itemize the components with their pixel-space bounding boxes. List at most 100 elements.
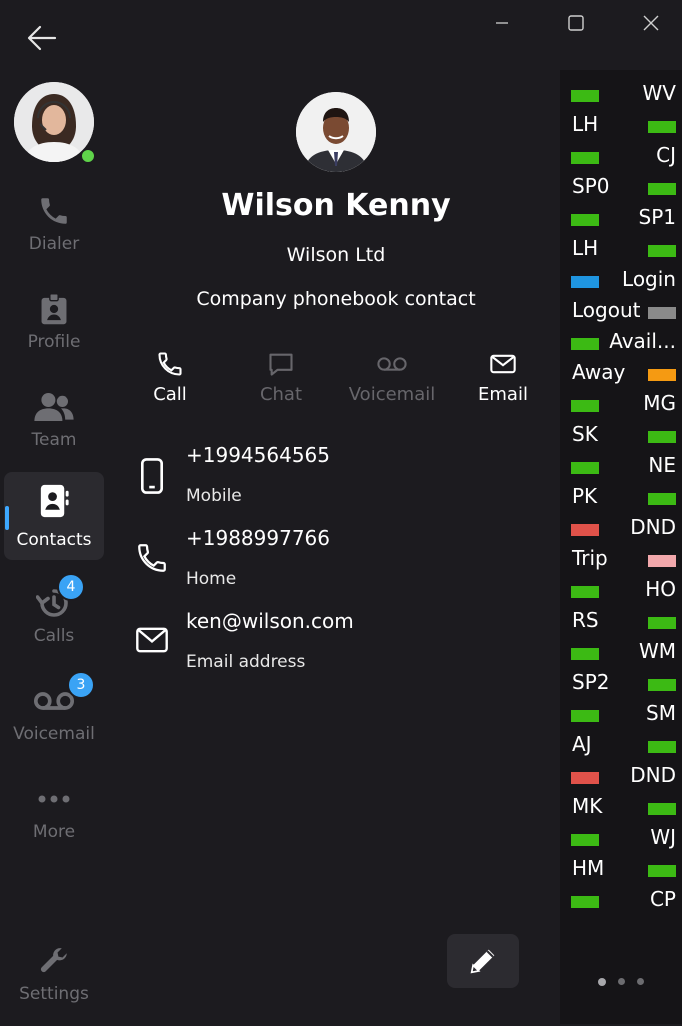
blf-status-indicator — [571, 772, 599, 784]
nav-label-calls: Calls — [33, 626, 75, 646]
blf-key-label: DND — [630, 763, 676, 787]
nav-item-profile[interactable]: Profile — [4, 286, 104, 374]
voicemail-action-label: Voicemail — [348, 384, 436, 405]
email-address[interactable]: ken@wilson.com — [186, 609, 354, 633]
blf-key[interactable]: WM — [560, 638, 682, 668]
mobile-icon-wrap — [130, 458, 174, 494]
blf-key-label: SP1 — [638, 205, 676, 229]
blf-key-label: RS — [572, 608, 599, 632]
more-icon — [38, 795, 70, 803]
blf-key-label: CJ — [656, 143, 676, 167]
blf-key-label: DND — [630, 515, 676, 539]
blf-status-indicator — [648, 245, 676, 257]
home-number[interactable]: +1988997766 — [186, 526, 330, 550]
blf-key[interactable]: Logout — [560, 297, 682, 327]
blf-key[interactable]: DND — [560, 762, 682, 792]
blf-key[interactable]: Avail... — [560, 328, 682, 358]
close-button[interactable] — [627, 0, 675, 46]
back-button[interactable] — [22, 18, 62, 58]
blf-key[interactable]: SP1 — [560, 204, 682, 234]
blf-key-label: AJ — [572, 732, 592, 756]
blf-pager — [598, 978, 644, 986]
blf-key[interactable]: NE — [560, 452, 682, 482]
blf-status-indicator — [648, 679, 676, 691]
blf-status-indicator — [571, 276, 599, 288]
blf-key-label: SP2 — [572, 670, 610, 694]
chat-action-button[interactable]: Chat — [231, 350, 331, 405]
mobile-number[interactable]: +1994564565 — [186, 443, 330, 467]
blf-key-label: WM — [638, 639, 676, 663]
blf-status-indicator — [571, 152, 599, 164]
blf-status-indicator — [571, 586, 599, 598]
blf-key[interactable]: LH — [560, 111, 682, 141]
blf-status-indicator — [648, 741, 676, 753]
blf-key[interactable]: SM — [560, 700, 682, 730]
page-dot-3[interactable] — [637, 978, 644, 985]
blf-status-indicator — [648, 431, 676, 443]
blf-key-label: MG — [643, 391, 676, 415]
arrow-left-icon — [27, 25, 57, 51]
blf-key[interactable]: SP0 — [560, 173, 682, 203]
blf-status-indicator — [648, 555, 676, 567]
blf-status-indicator — [571, 896, 599, 908]
blf-key[interactable]: AJ — [560, 731, 682, 761]
nav-item-team[interactable]: Team — [4, 384, 104, 472]
nav-label-profile: Profile — [27, 332, 81, 352]
blf-key[interactable]: Login — [560, 266, 682, 296]
phone-icon — [138, 544, 166, 572]
home-label: Home — [186, 569, 237, 589]
blf-key[interactable]: Trip — [560, 545, 682, 575]
nav-label-team: Team — [31, 430, 77, 450]
voicemail-icon — [377, 357, 407, 371]
blf-key-label: LH — [572, 236, 599, 260]
page-dot-2[interactable] — [618, 978, 625, 985]
page-dot-1[interactable] — [598, 978, 606, 986]
chat-action-label: Chat — [259, 384, 303, 405]
blf-key[interactable]: LH — [560, 235, 682, 265]
contact-avatar — [296, 92, 376, 172]
blf-key[interactable]: HM — [560, 855, 682, 885]
blf-key[interactable]: MK — [560, 793, 682, 823]
blf-key[interactable]: DND — [560, 514, 682, 544]
blf-key[interactable]: RS — [560, 607, 682, 637]
blf-key[interactable]: MG — [560, 390, 682, 420]
blf-key-label: Trip — [572, 546, 608, 570]
nav-item-more[interactable]: More — [4, 776, 104, 864]
nav-item-dialer[interactable]: Dialer — [4, 188, 104, 276]
blf-key[interactable]: PK — [560, 483, 682, 513]
blf-key[interactable]: WJ — [560, 824, 682, 854]
call-action-button[interactable]: Call — [120, 350, 220, 405]
id-badge-icon — [41, 293, 67, 325]
blf-key[interactable]: HO — [560, 576, 682, 606]
envelope-icon — [490, 354, 516, 374]
blf-key-label: WJ — [650, 825, 676, 849]
contacts-icon — [40, 484, 69, 518]
blf-key[interactable]: WV — [560, 80, 682, 110]
blf-key[interactable]: CJ — [560, 142, 682, 172]
blf-key[interactable]: SP2 — [560, 669, 682, 699]
phone-icon — [158, 352, 182, 376]
voicemail-action-button[interactable]: Voicemail — [342, 350, 442, 405]
pencil-icon — [470, 949, 495, 974]
nav-item-calls[interactable]: Calls — [4, 580, 104, 668]
blf-key[interactable]: SK — [560, 421, 682, 451]
blf-key[interactable]: CP — [560, 886, 682, 916]
nav-label-settings: Settings — [19, 984, 89, 1004]
blf-key-label: SM — [646, 701, 676, 725]
voicemail-badge: 3 — [67, 671, 95, 699]
blf-status-indicator — [648, 307, 676, 319]
blf-status-indicator — [571, 462, 599, 474]
blf-key-label: NE — [648, 453, 676, 477]
edit-contact-button[interactable] — [447, 934, 519, 988]
nav-label-contacts: Contacts — [16, 530, 92, 550]
blf-status-indicator — [648, 493, 676, 505]
nav-item-contacts[interactable]: Contacts — [4, 472, 104, 560]
chat-icon — [269, 353, 293, 376]
blf-status-indicator — [648, 803, 676, 815]
blf-key[interactable]: Away — [560, 359, 682, 389]
maximize-button[interactable] — [552, 0, 600, 46]
minimize-button[interactable] — [478, 0, 526, 46]
nav-label-more: More — [32, 822, 76, 842]
email-action-button[interactable]: Email — [453, 350, 553, 405]
nav-item-settings[interactable]: Settings — [4, 938, 104, 1026]
